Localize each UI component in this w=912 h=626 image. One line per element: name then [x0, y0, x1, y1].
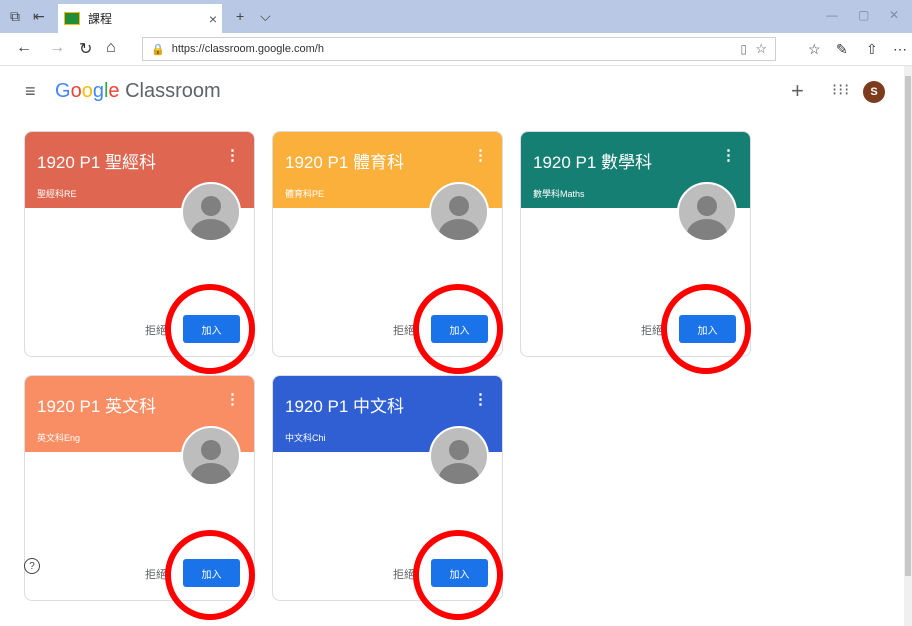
- tab-classroom[interactable]: 課程 ×: [58, 4, 222, 33]
- decline-button[interactable]: 拒絕: [641, 322, 663, 338]
- classroom-header: ≡ Google Classroom + ⁝⁝⁝ S: [0, 66, 904, 116]
- page-scrollbar[interactable]: [904, 66, 912, 626]
- reading-view-icon[interactable]: ▯: [740, 42, 747, 56]
- class-section: 英文科Eng: [37, 433, 81, 443]
- teacher-avatar-icon: [181, 426, 241, 486]
- more-options-icon[interactable]: ⋮: [225, 146, 240, 164]
- class-name[interactable]: 1920 P1 數學科: [533, 148, 652, 173]
- pen-icon[interactable]: ✎: [836, 41, 848, 58]
- decline-button[interactable]: 拒絕: [145, 322, 167, 338]
- lock-icon: 🔒: [151, 43, 165, 56]
- refresh-icon[interactable]: ↻: [79, 39, 92, 59]
- google-classroom-logo[interactable]: Google Classroom: [55, 80, 221, 103]
- scrollbar-thumb[interactable]: [905, 76, 911, 576]
- url-field[interactable]: 🔒 https://classroom.google.com/h ▯ ☆: [142, 37, 776, 61]
- classroom-favicon-icon: [64, 12, 80, 25]
- create-join-class-icon[interactable]: +: [791, 78, 804, 104]
- more-options-icon[interactable]: ⋮: [473, 146, 488, 164]
- teacher-avatar-icon: [677, 182, 737, 242]
- class-section: 中文科Chi: [285, 433, 326, 443]
- more-options-icon[interactable]: ⋮: [721, 146, 736, 164]
- class-section: 體育科PE: [285, 189, 325, 199]
- decline-button[interactable]: 拒絕: [393, 566, 415, 582]
- help-icon[interactable]: ?: [24, 558, 40, 574]
- tab-title: 課程: [88, 12, 113, 26]
- class-name[interactable]: 1920 P1 英文科: [37, 392, 156, 417]
- tab-list-chevron-icon[interactable]: ⌵: [260, 8, 271, 25]
- url-text: https://classroom.google.com/h: [171, 43, 324, 55]
- highlight-circle: [413, 530, 503, 620]
- account-avatar[interactable]: S: [863, 81, 885, 103]
- class-section: 數學科Maths: [533, 189, 585, 199]
- share-icon[interactable]: ⇧: [866, 41, 878, 58]
- maximize-icon[interactable]: ▢: [858, 8, 869, 22]
- teacher-avatar-icon: [429, 182, 489, 242]
- home-icon[interactable]: ⌂: [106, 39, 116, 57]
- back-icon[interactable]: ←: [16, 39, 32, 57]
- decline-button[interactable]: 拒絕: [393, 322, 415, 338]
- minimize-icon[interactable]: —: [826, 8, 838, 22]
- browser-tab-bar: ⧉ ⇤ 課程 × + ⌵ — ▢ ✕: [0, 0, 912, 33]
- main-menu-icon[interactable]: ≡: [25, 81, 36, 102]
- highlight-circle: [165, 284, 255, 374]
- teacher-avatar-icon: [181, 182, 241, 242]
- more-options-icon[interactable]: ⋮: [225, 390, 240, 408]
- forward-icon[interactable]: →: [49, 39, 65, 57]
- class-name[interactable]: 1920 P1 中文科: [285, 392, 404, 417]
- highlight-circle: [413, 284, 503, 374]
- decline-button[interactable]: 拒絕: [145, 566, 167, 582]
- highlight-circle: [165, 530, 255, 620]
- favorite-star-icon[interactable]: ☆: [755, 41, 767, 57]
- google-apps-icon[interactable]: ⁝⁝⁝: [832, 80, 850, 100]
- tab-set-aside-icon[interactable]: ⇤: [33, 8, 45, 25]
- more-icon[interactable]: ⋯: [893, 41, 907, 58]
- more-options-icon[interactable]: ⋮: [473, 390, 488, 408]
- class-name[interactable]: 1920 P1 聖經科: [37, 148, 156, 173]
- tab-actions-icon[interactable]: ⧉: [10, 8, 20, 25]
- new-tab-icon[interactable]: +: [236, 8, 244, 24]
- highlight-circle: [661, 284, 751, 374]
- close-tab-icon[interactable]: ×: [204, 11, 222, 27]
- class-section: 聖經科RE: [37, 189, 77, 199]
- address-bar: ← → ↻ ⌂ 🔒 https://classroom.google.com/h…: [0, 33, 912, 66]
- class-name[interactable]: 1920 P1 體育科: [285, 148, 404, 173]
- favorites-list-icon[interactable]: ☆: [808, 41, 821, 58]
- teacher-avatar-icon: [429, 426, 489, 486]
- close-window-icon[interactable]: ✕: [889, 8, 899, 22]
